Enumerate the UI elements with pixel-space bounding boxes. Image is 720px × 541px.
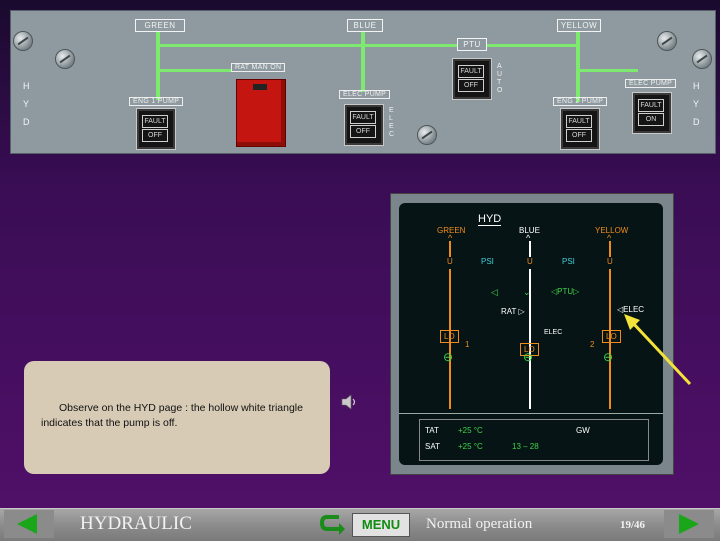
ecam-green-pressure: U [447, 257, 453, 266]
ecam-divider [399, 413, 663, 414]
blue-elec-pump-fault-light: FAULT [350, 111, 376, 124]
yellow-elec-pump-on-light: ON [638, 113, 664, 126]
eng1-pump-fault-light: FAULT [142, 115, 168, 128]
elec-letter: C [389, 131, 395, 138]
panel-screw [692, 49, 712, 69]
auto-letter: U [497, 71, 503, 78]
panel-screw [657, 31, 677, 51]
elec-letter: E [389, 123, 394, 130]
yellow-elec-pump-fault-light: FAULT [638, 99, 664, 112]
ecam-psi-label: PSI [481, 257, 494, 266]
green-engine-number: 1 [465, 340, 470, 349]
next-page-button[interactable] [664, 510, 714, 538]
ptu-label: PTU [457, 38, 487, 51]
yellow-pointer-arrow-icon [624, 314, 692, 386]
ecam-status-box: TAT +25 °C SAT +25 °C 13 – 28 GW [419, 419, 649, 461]
eng1-pump-button[interactable]: FAULT OFF [137, 109, 175, 149]
hyd-overhead-panel: H Y D H Y D GREEN BLUE YELLOW PTU RAT MA… [10, 10, 716, 154]
panel-side-letter: H [693, 81, 700, 91]
yellow-supply-line [609, 241, 611, 257]
green-engine-pump-lo: LO [440, 330, 459, 343]
sat-label: SAT [425, 442, 440, 451]
yellow-valve-icon: ⊖ [603, 350, 614, 364]
yellow-system-label: YELLOW [557, 19, 601, 32]
green-supply-line [449, 241, 451, 257]
ecam-yellow-pressure: U [607, 257, 613, 266]
ecam-yellow-label: YELLOW [595, 226, 629, 235]
explanation-text: Observe on the HYD page : the hollow whi… [41, 402, 303, 429]
ptu-left-triangle-icon: ◁ [491, 287, 498, 297]
blue-valve-icon: ⊖ [523, 350, 534, 364]
module-title: HYDRAULIC [80, 513, 192, 534]
panel-screw [55, 49, 75, 69]
rat-man-on-guard[interactable] [236, 79, 286, 147]
elec-vertical-label: E L E C [389, 107, 395, 139]
panel-side-letter: D [693, 117, 700, 127]
page-counter: 19/46 [620, 519, 646, 531]
eng2-pump-button[interactable]: FAULT OFF [561, 109, 599, 149]
explanation-note: Observe on the HYD page : the hollow whi… [24, 361, 330, 474]
green-system-label: GREEN [135, 19, 185, 32]
eng2-pump-fault-light: FAULT [566, 115, 592, 128]
eng1-pump-label: ENG 1 PUMP [129, 97, 184, 106]
ecam-psi-label: PSI [562, 257, 575, 266]
blue-supply-line [529, 241, 531, 257]
sat-value: +25 °C [458, 442, 483, 451]
elec-letter: L [389, 115, 394, 122]
previous-page-button[interactable] [4, 510, 54, 538]
rat-man-on-label: RAT MAN ON [231, 63, 286, 72]
rat-text: RAT [501, 307, 517, 316]
blue-elec-pump-button[interactable]: FAULT OFF [345, 105, 383, 145]
tat-label: TAT [425, 426, 439, 435]
blue-elec-pump-off-light: OFF [350, 125, 376, 138]
yellow-elec-pump-button[interactable]: FAULT ON [633, 93, 671, 133]
auto-letter: A [497, 63, 502, 70]
section-title: Normal operation [426, 516, 533, 532]
ecam-ptu-label: ◁PTU▷ [551, 287, 580, 296]
panel-side-letter: H [23, 81, 30, 91]
ecam-rat-label: RAT ▷ [501, 307, 525, 316]
blue-system-label: BLUE [347, 19, 383, 32]
panel-side-letter: Y [23, 99, 30, 109]
auto-letter: T [497, 79, 502, 86]
yellow-system-line [576, 32, 580, 102]
menu-return-icon[interactable] [319, 512, 345, 536]
blue-junction-icon: ⌄ [523, 287, 531, 297]
eng2-pump-label: ENG 2 PUMP [553, 97, 608, 106]
panel-side-letter: D [23, 117, 30, 127]
left-arrow-icon [17, 514, 37, 534]
ptu-off-light: OFF [458, 79, 484, 92]
blue-system-line [361, 32, 365, 92]
right-arrow-icon [679, 514, 699, 534]
auto-letter: O [497, 87, 503, 94]
green-valve-icon: ⊖ [443, 350, 454, 364]
elec-letter: E [389, 107, 394, 114]
tat-value: +25 °C [458, 426, 483, 435]
yellow-engine-pump-lo: LO [602, 330, 621, 343]
auto-vertical-label: A U T O [497, 63, 503, 95]
gw-label: GW [576, 426, 590, 435]
ecam-blue-elec-label: ELEC [544, 329, 563, 336]
ecam-blue-pressure: U [527, 257, 533, 266]
panel-side-letter: Y [693, 99, 700, 109]
ecam-page-title: HYD [478, 213, 502, 226]
ptu-fault-light: FAULT [458, 65, 484, 78]
eng1-pump-off-light: OFF [142, 129, 168, 142]
ecam-time: 13 – 28 [512, 442, 539, 451]
ptu-text: PTU [557, 287, 574, 296]
menu-button[interactable]: MENU [352, 513, 410, 537]
eng2-pump-off-light: OFF [566, 129, 592, 142]
panel-screw [417, 125, 437, 145]
yellow-elec-line [580, 69, 638, 72]
blue-elec-pump-label: ELEC PUMP [339, 90, 391, 99]
panel-screw [13, 31, 33, 51]
yellow-elec-pump-label: ELEC PUMP [625, 79, 677, 88]
crossfeed-line [156, 44, 576, 47]
green-system-line [156, 32, 160, 100]
yellow-engine-number: 2 [590, 340, 595, 349]
speaker-icon[interactable] [340, 393, 358, 411]
ptu-button[interactable]: FAULT OFF [453, 59, 491, 99]
rat-guard-latch [253, 84, 267, 90]
